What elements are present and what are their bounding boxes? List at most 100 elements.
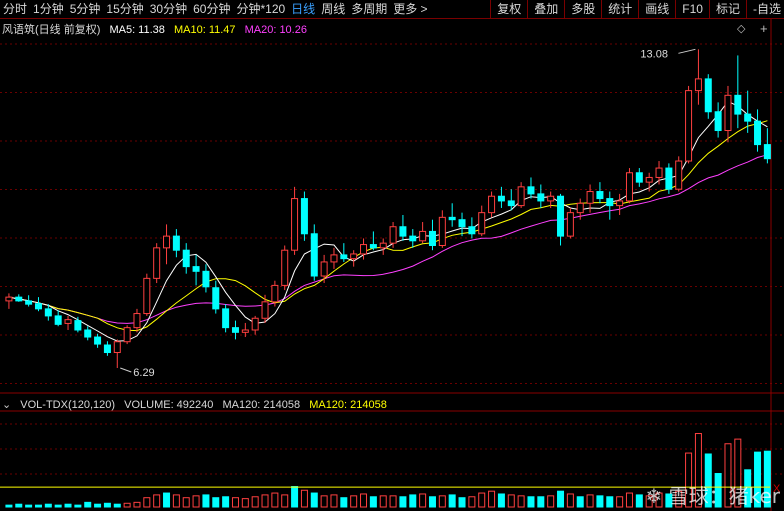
candle-up [281, 249, 289, 286]
candle-up [685, 90, 693, 162]
tool-button-2[interactable]: 多股 [568, 0, 598, 18]
candle-up [625, 172, 633, 202]
candle-down [44, 308, 52, 317]
tool-button-0[interactable]: 复权 [494, 0, 524, 18]
candlestick-chart[interactable]: 13.08 6.29 [0, 19, 784, 511]
volume-bar-down [409, 494, 417, 508]
candle-up [271, 284, 279, 303]
volume-bar-up [547, 495, 555, 508]
period-tab-0[interactable]: 分时 [0, 0, 30, 18]
tool-button-4[interactable]: 画线 [642, 0, 672, 18]
period-tab-5[interactable]: 60分钟 [190, 0, 233, 18]
volume-bar-up [566, 493, 574, 508]
volume-indicator-title[interactable]: VOL-TDX(120,120) [20, 399, 115, 411]
period-toolbar: 分时 1分钟 5分钟 15分钟 30分钟 60分钟 分钟*120 日线 周线 多周期 更多 > 复权叠… [0, 0, 784, 19]
candle-up [438, 216, 446, 247]
toolbar-divider [675, 0, 677, 18]
toolbar-divider [638, 0, 640, 18]
volume-bar-up [172, 494, 180, 508]
volume-bar-up [507, 494, 515, 508]
volume-bar-down [202, 494, 210, 508]
period-tab-4[interactable]: 30分钟 [147, 0, 190, 18]
volume-bar-up [379, 495, 387, 508]
volume-bar-up [123, 502, 131, 508]
candle-down [25, 300, 33, 305]
candle-down [744, 113, 752, 122]
volume-bar-down [537, 496, 545, 508]
candle-down [310, 233, 318, 277]
toolbar-divider [601, 0, 603, 18]
volume-bar-down [369, 496, 377, 508]
candle-down [399, 226, 407, 237]
candle-down [763, 144, 771, 160]
candle-down [15, 296, 23, 302]
candle-down [468, 226, 476, 235]
candle-down [537, 193, 545, 202]
min-price-pointer [120, 367, 132, 373]
volume-bar-up [517, 495, 525, 508]
candle-up [143, 277, 151, 315]
volume-bar-up [271, 492, 279, 508]
volume-bar-down [497, 493, 505, 508]
candle-down [734, 94, 742, 115]
period-tab-8[interactable]: 周线 [318, 0, 348, 18]
plus-icon[interactable]: + [760, 21, 768, 36]
volume-bar-up [438, 495, 446, 508]
tool-button-6[interactable]: 标记 [713, 0, 743, 18]
volume-bar-down [576, 496, 584, 508]
volume-bar-down [448, 494, 456, 508]
toolbar-divider [564, 0, 566, 18]
tool-button-7[interactable]: -自选 [750, 0, 784, 18]
candle-up [330, 254, 338, 263]
period-tab-1[interactable]: 1分钟 [30, 0, 67, 18]
toolbar-divider [746, 0, 747, 18]
volume-bar-down [458, 497, 466, 508]
diamond-icon[interactable]: ◇ [737, 22, 745, 35]
period-tab-3[interactable]: 15分钟 [103, 0, 146, 18]
period-tab-7[interactable]: 日线 [288, 0, 318, 18]
volume-bar-down [635, 494, 643, 508]
candle-down [665, 167, 673, 190]
candle-down [458, 219, 466, 228]
tool-button-1[interactable]: 叠加 [531, 0, 561, 18]
volume-bar-down [212, 497, 220, 508]
collapse-icon[interactable]: ⌄ [2, 399, 11, 411]
toolbar-divider [527, 0, 529, 18]
volume-bar-up [231, 497, 239, 508]
candle-up [488, 195, 496, 214]
candle-up [645, 176, 653, 183]
volume-bar-down [606, 496, 614, 508]
stock-title: 风语筑(日线 前复权) [2, 24, 101, 36]
candle-down [94, 336, 102, 345]
candle-down [182, 249, 190, 268]
candle-down [212, 287, 220, 310]
period-tab-10[interactable]: 更多 > [390, 0, 430, 18]
candle-up [123, 327, 131, 343]
candle-up [251, 317, 259, 331]
volume-bar-up [616, 496, 624, 508]
candle-up [694, 78, 702, 92]
volume-bar-down [74, 504, 82, 508]
tool-button-3[interactable]: 统计 [605, 0, 635, 18]
candle-up [586, 191, 594, 204]
period-tab-9[interactable]: 多周期 [348, 0, 390, 18]
ma10-line [8, 120, 768, 332]
candle-down [507, 200, 515, 207]
tool-button-5[interactable]: F10 [679, 0, 706, 18]
ma10-label: MA10: 11.47 [173, 24, 236, 36]
volume-bar-down [103, 502, 111, 508]
period-tab-6[interactable]: 分钟*120 [233, 0, 288, 18]
candle-down [448, 216, 456, 221]
volume-bar-down [84, 501, 92, 508]
candle-up [320, 261, 328, 277]
period-tab-2[interactable]: 5分钟 [67, 0, 104, 18]
volume-legend: ⌄ VOL-TDX(120,120) VOLUME: 492240 MA120:… [2, 398, 393, 411]
candle-down [527, 186, 535, 195]
volume-bar-up [153, 494, 161, 508]
volume-bar-down [94, 503, 102, 508]
ma20-label: MA20: 10.26 [244, 24, 307, 36]
volume-bar-up [330, 494, 338, 508]
candle-up [163, 235, 171, 249]
chart-panel[interactable]: 13.08 6.29 风语筑(日线 前复权) MA5: 11.38 MA10: 1… [0, 19, 784, 511]
candle-up [153, 247, 161, 279]
